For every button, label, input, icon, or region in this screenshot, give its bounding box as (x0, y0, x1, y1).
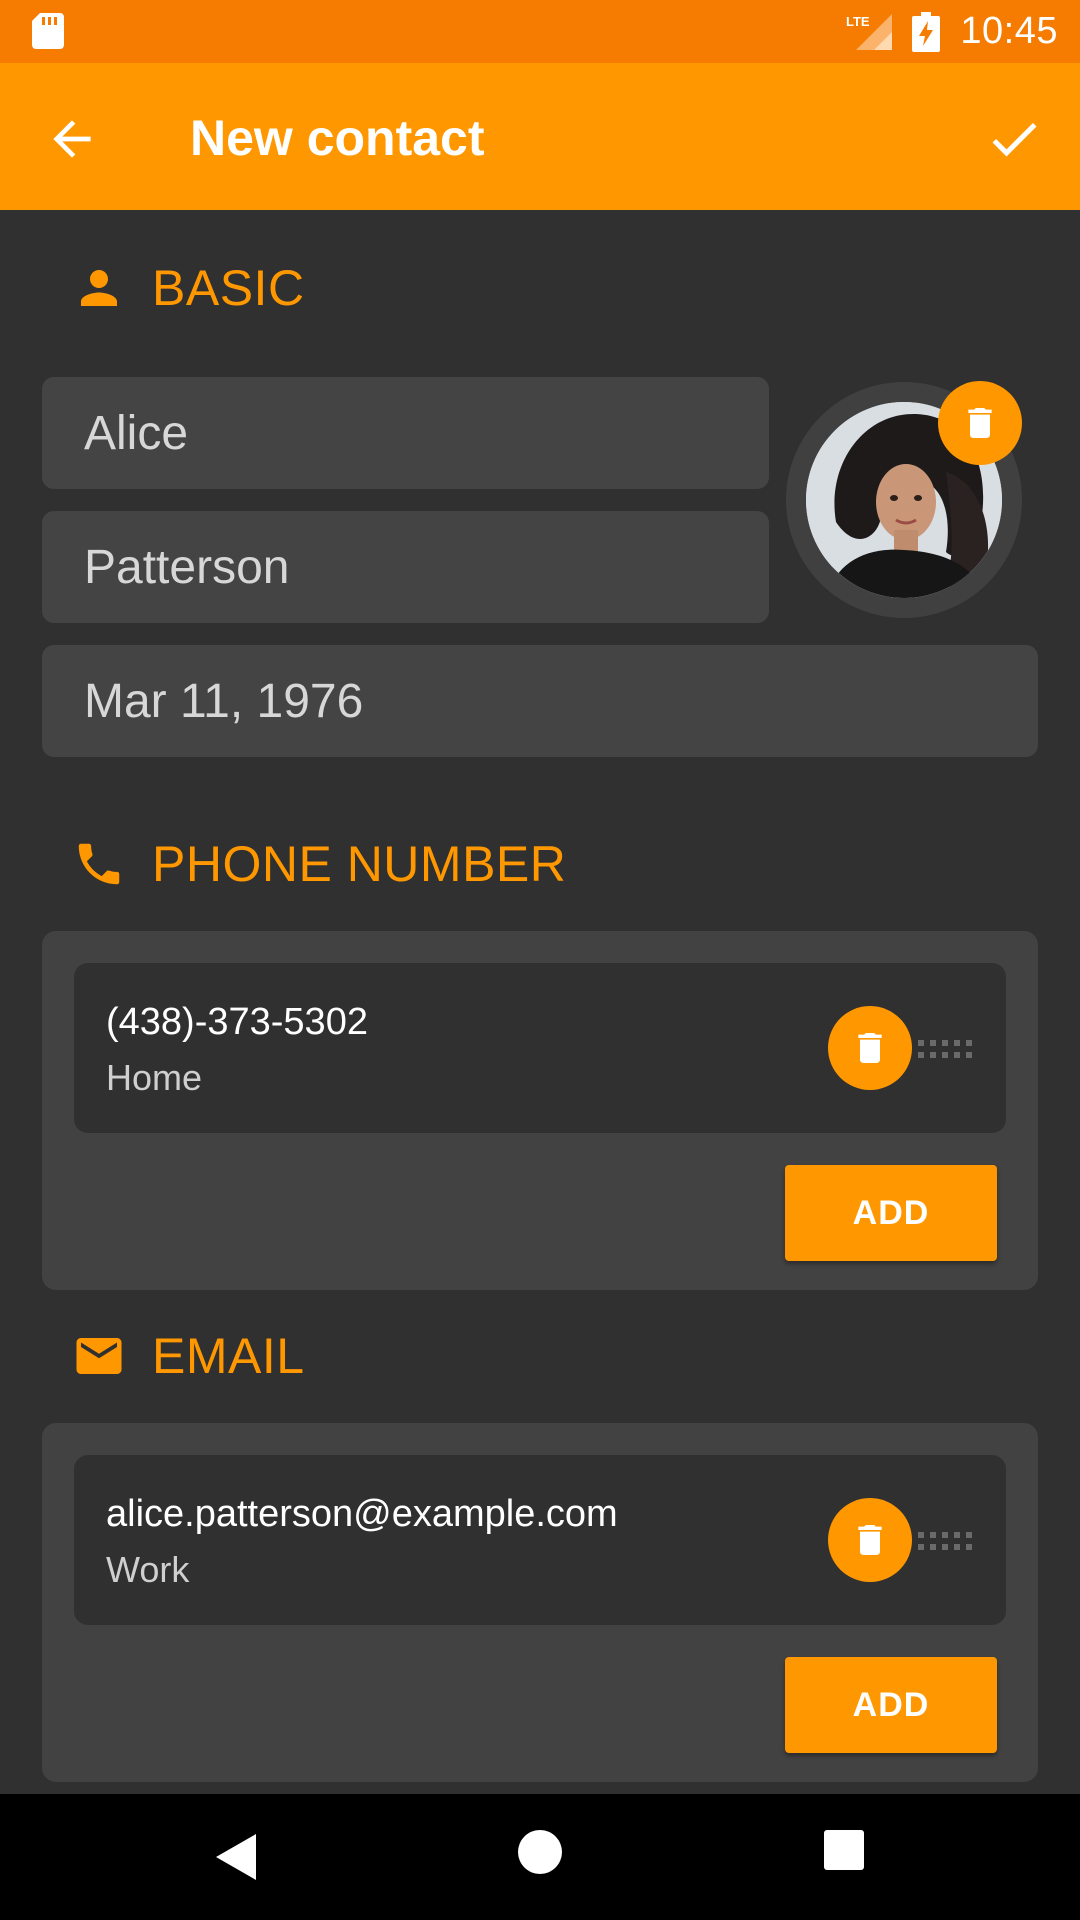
trash-icon (968, 408, 992, 438)
nav-home-icon[interactable] (518, 1830, 562, 1874)
first-name-input[interactable] (42, 377, 769, 489)
delete-phone-button[interactable] (828, 1006, 912, 1090)
person-icon (81, 270, 117, 306)
birthday-input[interactable] (42, 645, 1038, 757)
mail-icon (76, 1338, 122, 1374)
remove-photo-button[interactable] (938, 381, 1022, 465)
add-email-button[interactable]: ADD (785, 1657, 997, 1753)
email-card: alice.patterson@example.com Work ADD (42, 1423, 1038, 1782)
email-type[interactable]: Work (106, 1549, 189, 1591)
basic-section-header: BASIC (72, 259, 305, 317)
page-title: New contact (190, 110, 485, 166)
phone-number-type[interactable]: Home (106, 1057, 202, 1099)
email-value[interactable]: alice.patterson@example.com (106, 1493, 618, 1536)
first-name-field[interactable] (42, 377, 769, 489)
drag-handle-icon[interactable] (918, 1037, 972, 1061)
nav-recents-icon[interactable] (824, 1830, 864, 1870)
drag-handle-icon[interactable] (918, 1529, 972, 1553)
list-item[interactable]: alice.patterson@example.com Work (74, 1455, 1006, 1625)
trash-icon (858, 1033, 882, 1063)
check-icon[interactable] (984, 109, 1044, 169)
nav-back-icon[interactable] (214, 1832, 260, 1882)
delete-email-button[interactable] (828, 1498, 912, 1582)
email-section-header: EMAIL (72, 1327, 305, 1385)
sd-card-icon (32, 13, 64, 49)
app-bar: New contact (0, 63, 1080, 210)
birthday-field[interactable] (42, 645, 1038, 757)
network-label: LTE (846, 14, 870, 29)
navigation-bar (0, 1794, 1080, 1920)
status-bar: LTE 10:45 (0, 0, 1080, 63)
arrow-back-icon[interactable] (44, 111, 100, 167)
basic-section-title: BASIC (152, 260, 305, 316)
add-phone-button[interactable]: ADD (785, 1165, 997, 1261)
phone-section-header: PHONE NUMBER (72, 835, 566, 893)
lte-signal-icon: LTE (846, 13, 893, 50)
last-name-input[interactable] (42, 511, 769, 623)
phone-number-value[interactable]: (438)-373-5302 (106, 1001, 368, 1044)
phone-section-title: PHONE NUMBER (152, 836, 567, 892)
email-section-title: EMAIL (152, 1328, 305, 1384)
phone-icon (78, 843, 120, 885)
trash-icon (858, 1525, 882, 1555)
battery-charging-icon (912, 11, 941, 52)
list-item[interactable]: (438)-373-5302 Home (74, 963, 1006, 1133)
clock: 10:45 (960, 10, 1058, 52)
last-name-field[interactable] (42, 511, 769, 623)
phone-card: (438)-373-5302 Home ADD (42, 931, 1038, 1290)
status-icons: LTE 10:45 (846, 0, 1058, 63)
